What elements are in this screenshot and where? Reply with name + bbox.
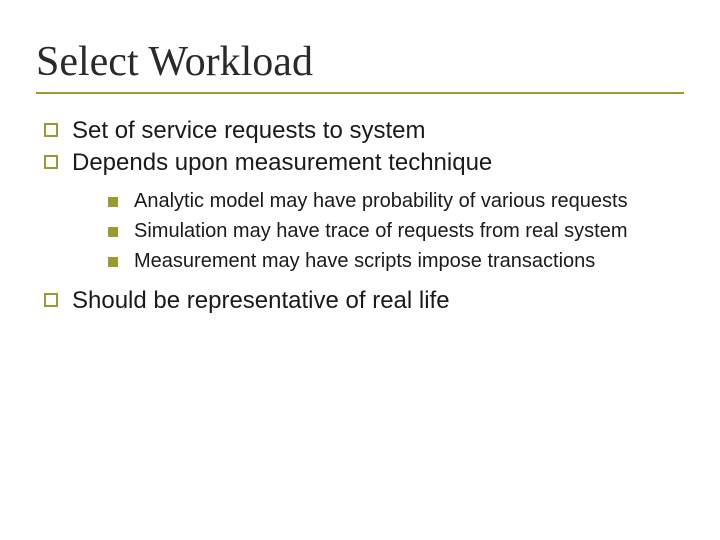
- filled-square-icon: [108, 197, 118, 207]
- bullet-list-level1: Set of service requests to system Depend…: [44, 116, 684, 316]
- bullet-text: Depends upon measurement technique: [72, 149, 492, 176]
- list-item: Simulation may have trace of requests fr…: [108, 218, 684, 244]
- slide-title: Select Workload: [36, 38, 684, 94]
- list-item: Analytic model may have probability of v…: [108, 188, 684, 214]
- bullet-text: Measurement may have scripts impose tran…: [134, 250, 595, 272]
- list-item: Measurement may have scripts impose tran…: [108, 248, 684, 274]
- list-item: Should be representative of real life: [44, 286, 684, 316]
- list-item: Set of service requests to system: [44, 116, 684, 146]
- bullet-list-level2: Analytic model may have probability of v…: [108, 188, 684, 274]
- bullet-text: Analytic model may have probability of v…: [134, 190, 628, 212]
- hollow-square-icon: [44, 123, 58, 137]
- bullet-text: Set of service requests to system: [72, 117, 425, 144]
- list-item: Depends upon measurement technique Analy…: [44, 148, 684, 274]
- bullet-text: Simulation may have trace of requests fr…: [134, 220, 628, 242]
- filled-square-icon: [108, 227, 118, 237]
- filled-square-icon: [108, 257, 118, 267]
- slide: Select Workload Set of service requests …: [0, 0, 720, 540]
- bullet-text: Should be representative of real life: [72, 287, 450, 314]
- hollow-square-icon: [44, 293, 58, 307]
- hollow-square-icon: [44, 155, 58, 169]
